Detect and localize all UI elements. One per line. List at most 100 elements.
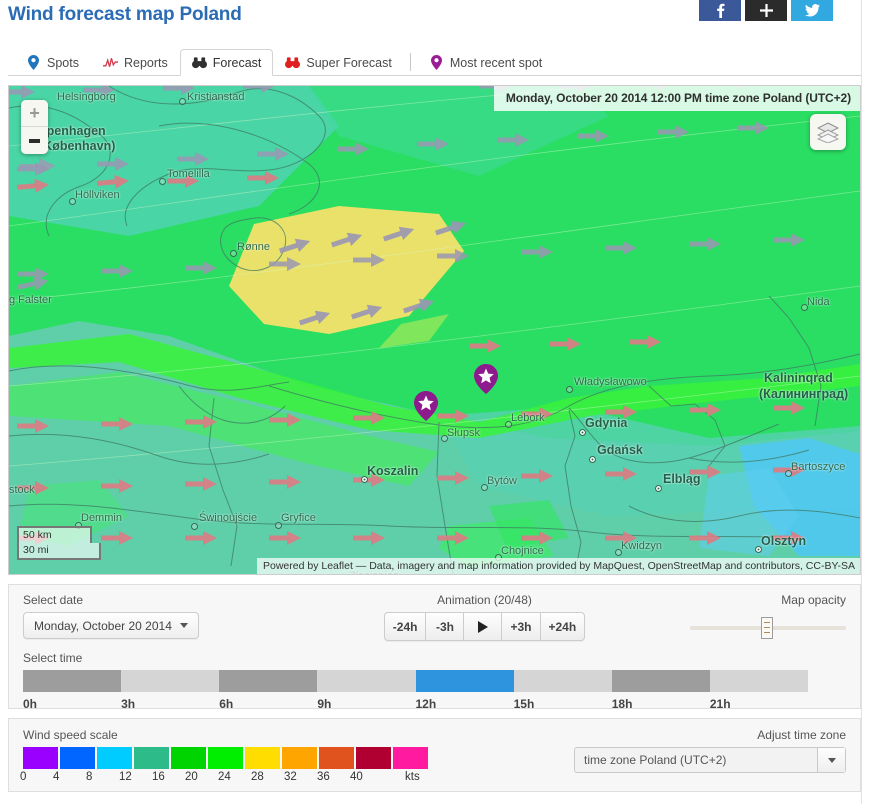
forecast-controls-panel: Select date Monday, October 20 2014 Anim… [8, 584, 861, 711]
map-datetime-bar: Monday, October 20 2014 12:00 PM time zo… [493, 86, 860, 111]
wind-swatch-20 [208, 747, 245, 769]
spot-pin-1[interactable] [414, 391, 438, 421]
city-marker [441, 435, 448, 442]
map-scale-control: 50 km 30 mi [17, 526, 101, 560]
select-date-label: Select date [23, 593, 84, 607]
time-tick-9h: 9h [317, 697, 332, 711]
social-buttons [699, 0, 833, 21]
chevron-down-icon [179, 623, 188, 628]
date-select-dropdown[interactable]: Monday, October 20 2014 [23, 612, 199, 639]
time-segment-21h[interactable] [709, 670, 808, 692]
page-header: Wind forecast map Poland [0, 0, 869, 40]
wind-tick-4: 4 [53, 771, 60, 783]
page-right-edge [861, 0, 869, 804]
city-marker [505, 421, 512, 428]
wind-tick-36: 36 [317, 771, 330, 783]
googleplus-share-button[interactable] [745, 0, 787, 21]
animation-group: Animation (20/48) -24h -3h +3h +24h [323, 593, 646, 641]
map-opacity-group: Map opacity [646, 593, 846, 641]
time-segment-6h[interactable] [219, 670, 318, 692]
map-pin-icon [26, 55, 41, 70]
chevron-down-icon [827, 757, 836, 763]
map-zoom-control: + [21, 100, 48, 154]
city-marker [785, 470, 792, 477]
wind-tick-8: 8 [86, 771, 93, 783]
animation-plus-3h-button[interactable]: +3h [502, 613, 541, 640]
red-binoculars-icon [285, 55, 301, 70]
tab-most-recent-spot[interactable]: Most recent spot [417, 49, 554, 76]
city-marker [361, 476, 368, 483]
animation-minus-3h-button[interactable]: -3h [426, 613, 465, 640]
time-segment-9h[interactable] [317, 670, 416, 692]
time-tick-3h: 3h [121, 697, 136, 711]
time-slider-ticks: 0h 3h 6h 9h 12h 15h 18h 21h [23, 697, 808, 711]
map-layers-button[interactable] [810, 114, 846, 150]
time-segment-12h[interactable] [415, 670, 514, 692]
scale-mi: 30 mi [17, 543, 101, 560]
tab-separator [409, 53, 411, 71]
animation-label: Animation (20/48) [437, 593, 532, 607]
city-marker [179, 98, 186, 105]
timezone-select[interactable]: time zone Poland (UTC+2) [574, 747, 846, 773]
wind-swatch-36 [356, 747, 393, 769]
facebook-share-button[interactable] [699, 0, 741, 21]
city-marker [655, 485, 662, 492]
tab-reports[interactable]: Reports [91, 49, 180, 76]
wind-arrow-overlay [9, 86, 860, 574]
wind-swatch-0 [23, 747, 60, 769]
map-attribution: Powered by Leaflet — Data, imagery and m… [257, 558, 860, 574]
time-segment-15h[interactable] [513, 670, 612, 692]
twitter-share-button[interactable] [791, 0, 833, 21]
date-select-value: Monday, October 20 2014 [34, 618, 172, 633]
spot-pin-2[interactable] [474, 364, 498, 394]
tab-super-forecast-label: Super Forecast [306, 55, 392, 70]
animation-play-button[interactable] [464, 613, 503, 640]
map-canvas[interactable] [9, 86, 860, 574]
adjust-timezone-label: Adjust time zone [757, 728, 846, 742]
animation-plus-24h-button[interactable]: +24h [541, 613, 585, 640]
time-segment-0h[interactable] [23, 670, 122, 692]
wind-tick-28: 28 [251, 771, 264, 783]
wind-swatch-12 [134, 747, 171, 769]
city-marker [615, 549, 622, 556]
animation-minus-24h-button[interactable]: -24h [385, 613, 427, 640]
time-segment-3h[interactable] [121, 670, 220, 692]
tab-forecast[interactable]: Forecast [179, 49, 274, 76]
time-segment-18h[interactable] [611, 670, 710, 692]
timezone-dropdown-arrow[interactable] [817, 748, 845, 772]
time-tick-18h: 18h [611, 697, 633, 711]
wind-tick-40: 40 [350, 771, 363, 783]
wind-swatch-4 [60, 747, 97, 769]
minus-icon [29, 138, 40, 143]
wind-tick-24: 24 [218, 771, 231, 783]
tab-spots[interactable]: Spots [14, 49, 91, 76]
forecast-map[interactable]: Helsingborg Kristianstad openhagen (Københa… [8, 85, 861, 575]
city-marker [755, 546, 762, 553]
twitter-icon [804, 4, 820, 17]
city-marker [69, 198, 76, 205]
animation-button-group: -24h -3h +3h +24h [383, 612, 586, 641]
tab-super-forecast[interactable]: Super Forecast [273, 49, 403, 76]
timezone-select-value: time zone Poland (UTC+2) [584, 753, 727, 767]
facebook-icon [716, 3, 724, 18]
tab-spots-label: Spots [47, 55, 79, 70]
play-icon [477, 620, 488, 633]
wind-swatch-8 [97, 747, 134, 769]
time-slider[interactable] [23, 670, 808, 692]
wind-tick-32: 32 [284, 771, 297, 783]
wind-speed-tick-labels: 0 4 8 12 16 20 24 28 32 36 40 kts [20, 771, 483, 783]
wind-tick-16: 16 [152, 771, 165, 783]
time-tick-6h: 6h [219, 697, 234, 711]
zoom-out-button[interactable] [21, 127, 48, 154]
city-marker [589, 456, 596, 463]
chart-line-icon [102, 55, 118, 70]
city-marker [191, 523, 198, 530]
zoom-in-button[interactable]: + [21, 100, 48, 127]
tab-most-recent-spot-label: Most recent spot [449, 55, 543, 70]
time-tick-21h: 21h [709, 697, 731, 711]
map-opacity-label: Map opacity [781, 593, 846, 607]
map-opacity-handle[interactable] [761, 617, 773, 639]
main-tabs: Spots Reports Forecast Super Forecast Mo… [8, 40, 861, 76]
map-opacity-slider[interactable] [690, 615, 846, 641]
city-marker [579, 429, 586, 436]
